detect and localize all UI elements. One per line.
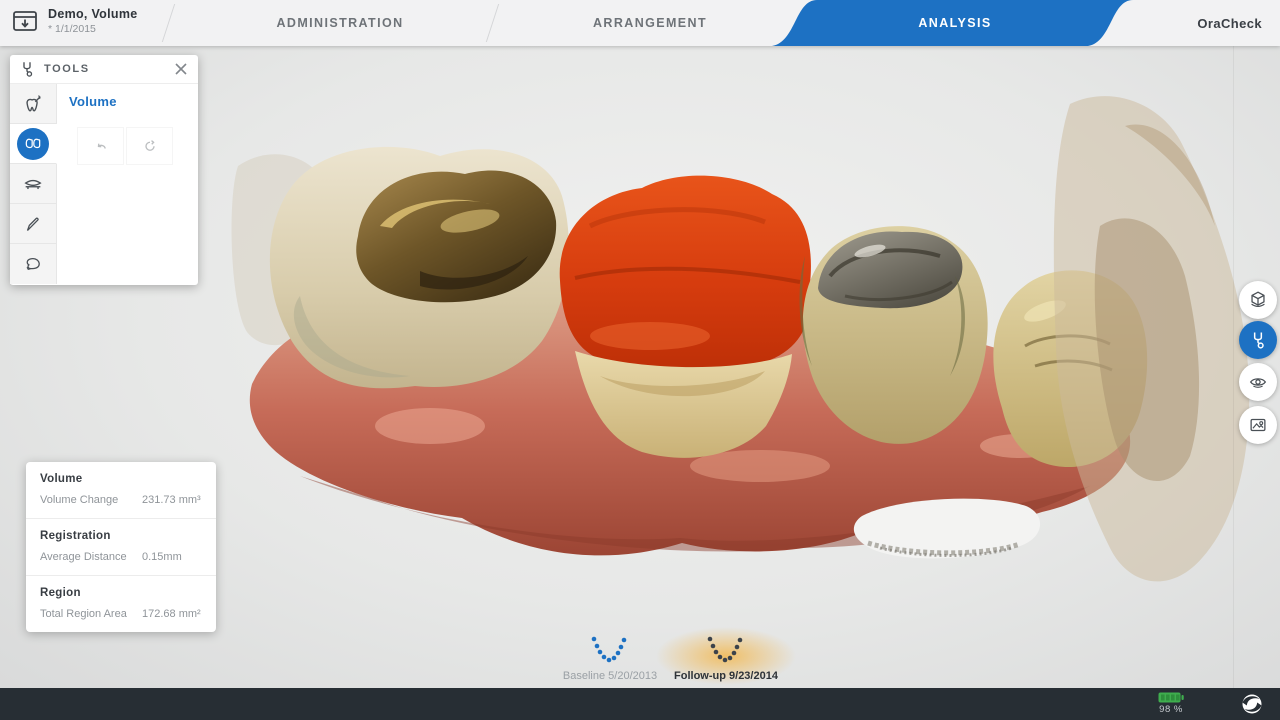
tool-draw[interactable] [10, 204, 57, 244]
tools-panel-header: TOOLS [10, 55, 198, 84]
active-tool-highlight [17, 128, 49, 160]
snapshot-button[interactable] [1239, 406, 1277, 444]
teeth-compare-icon [23, 134, 43, 154]
battery-percentage: 98 % [1159, 704, 1183, 715]
result-value: 231.73 mm³ [142, 494, 202, 506]
status-bar: 98 % [0, 688, 1280, 720]
undo-button[interactable] [77, 127, 124, 165]
result-row: Average Distance 0.15mm [40, 551, 202, 563]
tab-analysis[interactable]: ANALYSIS [845, 0, 1065, 46]
battery-status: 98 % [1148, 692, 1194, 715]
result-label: Average Distance [40, 551, 142, 563]
tools-panel: TOOLS [10, 55, 198, 285]
result-value: 0.15mm [142, 551, 202, 563]
visibility-button[interactable] [1239, 363, 1277, 401]
tool-volume[interactable] [10, 124, 57, 164]
section-title: Region [40, 587, 202, 599]
results-section-region: Region Total Region Area 172.68 mm² [26, 576, 216, 632]
active-tool-title: Volume [69, 94, 198, 109]
tool-bite[interactable] [10, 164, 57, 204]
result-label: Volume Change [40, 494, 142, 506]
tools-button[interactable] [1239, 321, 1277, 359]
section-title: Volume [40, 473, 202, 485]
dental-arch-dots-icon [706, 635, 746, 667]
eye-icon [1247, 371, 1269, 393]
result-value: 172.68 mm² [142, 608, 202, 620]
tools-wrench-icon [18, 60, 36, 78]
analysis-tab-shape [0, 0, 1280, 46]
tool-analysis[interactable] [10, 84, 57, 124]
result-row: Volume Change 231.73 mm³ [40, 494, 202, 506]
redo-button[interactable] [126, 127, 173, 165]
close-icon[interactable] [172, 60, 190, 78]
results-section-volume: Volume Volume Change 231.73 mm³ [26, 462, 216, 519]
oracheck-app: Demo, Volume * 1/1/2015 ADMINISTRATION A… [0, 0, 1280, 720]
section-title: Registration [40, 530, 202, 542]
tool-region[interactable] [10, 244, 57, 284]
battery-icon [1158, 692, 1184, 703]
lasso-region-icon [22, 253, 44, 275]
tooth-analysis-icon [22, 93, 44, 115]
pen-icon [22, 213, 44, 235]
timeline-item-baseline[interactable]: Baseline 5/20/2013 [552, 635, 668, 682]
tool-rail [10, 84, 57, 285]
result-label: Total Region Area [40, 608, 142, 620]
redo-icon [140, 136, 160, 156]
results-section-registration: Registration Average Distance 0.15mm [26, 519, 216, 576]
snapshot-icon [1247, 414, 1269, 436]
bite-registration-icon [22, 173, 44, 195]
view-3d-button[interactable] [1239, 281, 1277, 319]
tools-panel-body: Volume [57, 84, 198, 285]
timeline-item-followup[interactable]: Follow-up 9/23/2014 [668, 635, 784, 682]
tools-panel-title: TOOLS [44, 63, 172, 75]
dental-arch-dots-icon [590, 635, 630, 667]
timeline-label: Baseline 5/20/2013 [563, 670, 657, 682]
tools-wrench-icon [1248, 330, 1268, 350]
undo-icon [91, 136, 111, 156]
scan-timeline: Baseline 5/20/2013 Follow-up 9/23/2014 [552, 635, 784, 682]
measurement-results-panel: Volume Volume Change 231.73 mm³ Registra… [26, 462, 216, 632]
view-3d-cube-icon [1247, 289, 1269, 311]
right-panel-divider [1233, 46, 1234, 688]
top-navigation-bar: Demo, Volume * 1/1/2015 ADMINISTRATION A… [0, 0, 1280, 46]
result-row: Total Region Area 172.68 mm² [40, 608, 202, 620]
timeline-label: Follow-up 9/23/2014 [674, 670, 778, 682]
sirona-logo [1240, 692, 1264, 720]
